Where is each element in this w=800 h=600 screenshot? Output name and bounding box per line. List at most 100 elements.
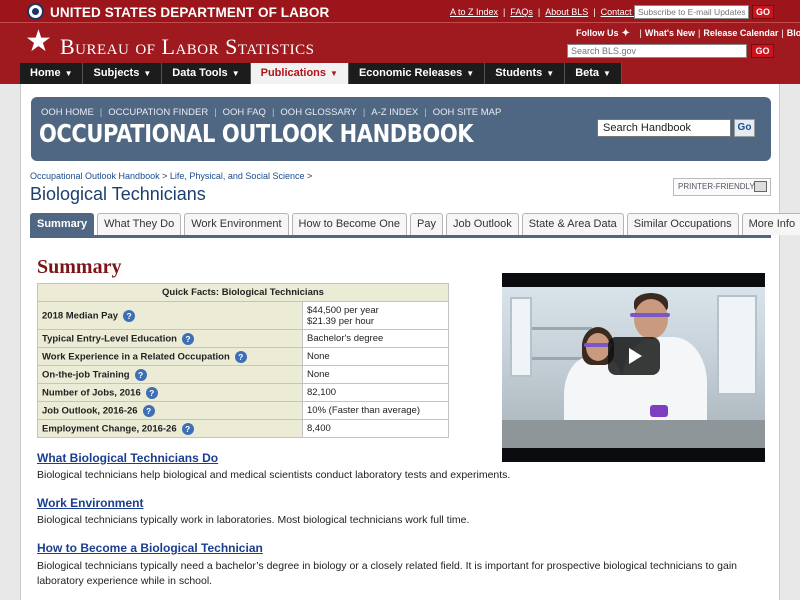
nav-publications[interactable]: Publications ▼ xyxy=(250,63,349,84)
tab-what-they-do[interactable]: What They Do xyxy=(97,213,182,235)
utility-link-a-to-z[interactable]: A to Z Index xyxy=(450,7,498,17)
ooh-link-glossary[interactable]: OOH GLOSSARY xyxy=(280,107,356,118)
follow-us-label[interactable]: Follow Us xyxy=(576,28,619,38)
bls-star-icon[interactable]: ★ xyxy=(25,27,53,57)
ooh-link-site-map[interactable]: OOH SITE MAP xyxy=(433,107,502,118)
breadcrumb-ooh[interactable]: Occupational Outlook Handbook xyxy=(30,171,160,181)
printer-friendly-label: PRINTER-FRIENDLY xyxy=(678,182,755,191)
lab-window xyxy=(717,295,757,395)
table-row: Number of Jobs, 2016? 82,100 xyxy=(37,383,449,402)
help-icon[interactable]: ? xyxy=(123,309,136,322)
fact-value: 10% (Faster than average) xyxy=(302,401,449,420)
breadcrumb: Occupational Outlook Handbook > Life, Ph… xyxy=(30,171,313,181)
section-heading-how-to-become[interactable]: How to Become a Biological Technician xyxy=(37,541,263,555)
technician-head xyxy=(634,299,668,339)
quick-facts-table: Quick Facts: Biological Technicians 2018… xyxy=(37,283,449,438)
table-row: 2018 Median Pay? $44,500 per year $21.39 … xyxy=(37,301,449,330)
goggles xyxy=(630,313,670,317)
chevron-down-icon: ▼ xyxy=(466,69,475,78)
release-calendar-link[interactable]: Release Calendar xyxy=(703,28,778,38)
handbook-go-button[interactable]: Go xyxy=(734,119,755,137)
help-icon[interactable]: ? xyxy=(181,332,194,345)
tab-work-environment[interactable]: Work Environment xyxy=(184,213,289,235)
nav-beta[interactable]: Beta ▼ xyxy=(565,63,622,84)
fact-value-secondary: $21.39 per hour xyxy=(307,315,375,327)
nav-data-tools[interactable]: Data Tools ▼ xyxy=(162,63,251,84)
table-row: Job Outlook, 2016-26? 10% (Faster than a… xyxy=(37,401,449,420)
help-icon[interactable]: ? xyxy=(181,422,194,435)
fact-value: None xyxy=(302,365,449,384)
tab-summary[interactable]: Summary xyxy=(30,213,95,235)
utility-link-faqs[interactable]: FAQs xyxy=(510,7,533,17)
nav-students[interactable]: Students ▼ xyxy=(485,63,566,84)
page-content: OOH HOME | OCCUPATION FINDER | OOH FAQ |… xyxy=(20,84,800,600)
help-icon[interactable]: ? xyxy=(234,350,247,363)
tab-more-info[interactable]: More Info xyxy=(741,213,800,235)
follow-links: Follow Us ✦ | What's New | Release Calen… xyxy=(576,28,800,38)
ooh-link-home[interactable]: OOH HOME xyxy=(41,107,94,118)
whats-new-link[interactable]: What's New xyxy=(645,28,695,38)
email-subscribe-input[interactable] xyxy=(634,5,749,19)
section-text: Biological technicians typically need a … xyxy=(37,560,738,587)
help-icon[interactable]: ? xyxy=(134,368,147,381)
video-player[interactable] xyxy=(502,273,765,462)
printer-friendly-button[interactable]: PRINTER-FRIENDLY xyxy=(673,178,771,196)
chevron-down-icon: ▼ xyxy=(231,69,240,78)
fact-value: Bachelor's degree xyxy=(302,329,449,348)
ooh-link-occupation-finder[interactable]: OCCUPATION FINDER xyxy=(108,107,208,118)
handbook-search-input[interactable] xyxy=(597,119,731,137)
technician-head xyxy=(586,333,610,361)
blog-link[interactable]: Blog xyxy=(787,28,800,38)
printer-icon xyxy=(754,181,767,192)
lab-bench xyxy=(502,420,765,448)
section-text: Biological technicians typically work in… xyxy=(37,514,470,526)
fact-label: On-the-job Training xyxy=(42,369,130,381)
fact-value: $44,500 per year xyxy=(307,304,379,316)
table-row: On-the-job Training? None xyxy=(37,365,449,384)
page-title: Biological Technicians xyxy=(30,184,206,204)
summary-heading: Summary xyxy=(37,256,122,278)
tab-similar-occupations[interactable]: Similar Occupations xyxy=(626,213,739,235)
dol-seal-icon[interactable] xyxy=(27,3,44,20)
fact-label: 2018 Median Pay xyxy=(42,310,119,322)
chevron-down-icon: ▼ xyxy=(64,69,73,78)
twitter-icon[interactable]: ✦ xyxy=(622,28,633,38)
breadcrumb-life-physical-social-science[interactable]: Life, Physical, and Social Science xyxy=(170,171,305,181)
nav-subjects[interactable]: Subjects ▼ xyxy=(83,63,163,84)
ooh-title[interactable]: OCCUPATIONAL OUTLOOK HANDBOOK xyxy=(39,119,474,148)
dol-strip: UNITED STATES DEPARTMENT OF LABOR A to Z… xyxy=(0,0,800,23)
chevron-down-icon: ▼ xyxy=(330,69,338,78)
bls-logo-text[interactable]: Bureau of Labor Statistics xyxy=(60,34,315,60)
fact-label: Employment Change, 2016-26 xyxy=(42,423,177,435)
search-bls-go-button[interactable]: GO xyxy=(751,44,774,58)
ooh-banner: OOH HOME | OCCUPATION FINDER | OOH FAQ |… xyxy=(31,97,771,161)
chevron-down-icon: ▼ xyxy=(546,69,555,78)
section-heading-work-environment[interactable]: Work Environment xyxy=(37,496,143,510)
section-heading-what-they-do[interactable]: What Biological Technicians Do xyxy=(37,451,218,465)
tab-how-to-become-one[interactable]: How to Become One xyxy=(291,213,408,235)
utility-link-about-bls[interactable]: About BLS xyxy=(545,7,588,17)
play-button[interactable] xyxy=(608,337,660,375)
ooh-links: OOH HOME | OCCUPATION FINDER | OOH FAQ |… xyxy=(41,107,502,118)
fact-label: Work Experience in a Related Occupation xyxy=(42,351,230,363)
tab-rule xyxy=(30,235,771,238)
fact-label: Typical Entry-Level Education xyxy=(42,333,177,345)
tab-state-area-data[interactable]: State & Area Data xyxy=(521,213,624,235)
table-row: Typical Entry-Level Education? Bachelor'… xyxy=(37,329,449,348)
help-icon[interactable]: ? xyxy=(142,404,155,417)
table-row: Employment Change, 2016-26? 8,400 xyxy=(37,419,449,438)
ooh-link-a-z-index[interactable]: A-Z INDEX xyxy=(371,107,418,118)
tab-pay[interactable]: Pay xyxy=(410,213,443,235)
lab-shelf xyxy=(532,327,592,330)
search-bls-input[interactable] xyxy=(567,44,747,58)
nav-home[interactable]: Home ▼ xyxy=(20,63,84,84)
nav-economic-releases[interactable]: Economic Releases ▼ xyxy=(348,63,486,84)
tab-job-outlook[interactable]: Job Outlook xyxy=(446,213,519,235)
dol-name[interactable]: UNITED STATES DEPARTMENT OF LABOR xyxy=(50,5,329,20)
flask xyxy=(650,405,668,417)
tab-bar: Summary What They Do Work Environment Ho… xyxy=(30,213,800,235)
email-go-button[interactable]: GO xyxy=(752,5,774,19)
help-icon[interactable]: ? xyxy=(145,386,158,399)
ooh-link-faq[interactable]: OOH FAQ xyxy=(223,107,266,118)
fact-value: 8,400 xyxy=(302,419,449,438)
